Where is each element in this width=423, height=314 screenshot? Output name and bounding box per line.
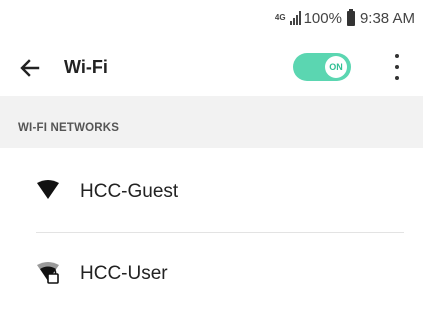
status-bar: 4G 100% 9:38 AM [0,0,423,36]
battery-icon [346,8,355,26]
toggle-label: ON [329,62,343,72]
network-item-hcc-guest[interactable]: HCC-Guest [0,156,423,228]
network-item-hcc-user[interactable]: HCC-User [0,238,423,310]
battery-percentage: 100% [303,9,342,27]
wifi-open-icon [37,180,59,199]
wifi-toggle[interactable]: ON [293,53,351,81]
section-header: WI-FI NETWORKS [0,96,423,148]
network-name: HCC-Guest [80,181,179,202]
section-title: WI-FI NETWORKS [18,122,120,134]
more-options-icon[interactable] [390,54,404,80]
status-indicators: 4G 100% 9:38 AM [275,8,415,28]
back-arrow-icon[interactable] [18,56,42,80]
toggle-knob: ON [325,56,347,78]
clock-time: 9:38 AM [359,9,415,27]
wifi-lock-icon [37,262,59,284]
network-name: HCC-User [80,263,168,284]
signal-strength-icon [289,11,301,25]
app-bar: Wi-Fi ON [0,42,423,92]
divider [36,232,404,233]
page-title: Wi-Fi [64,57,108,77]
network-type-badge: 4G [274,13,286,22]
